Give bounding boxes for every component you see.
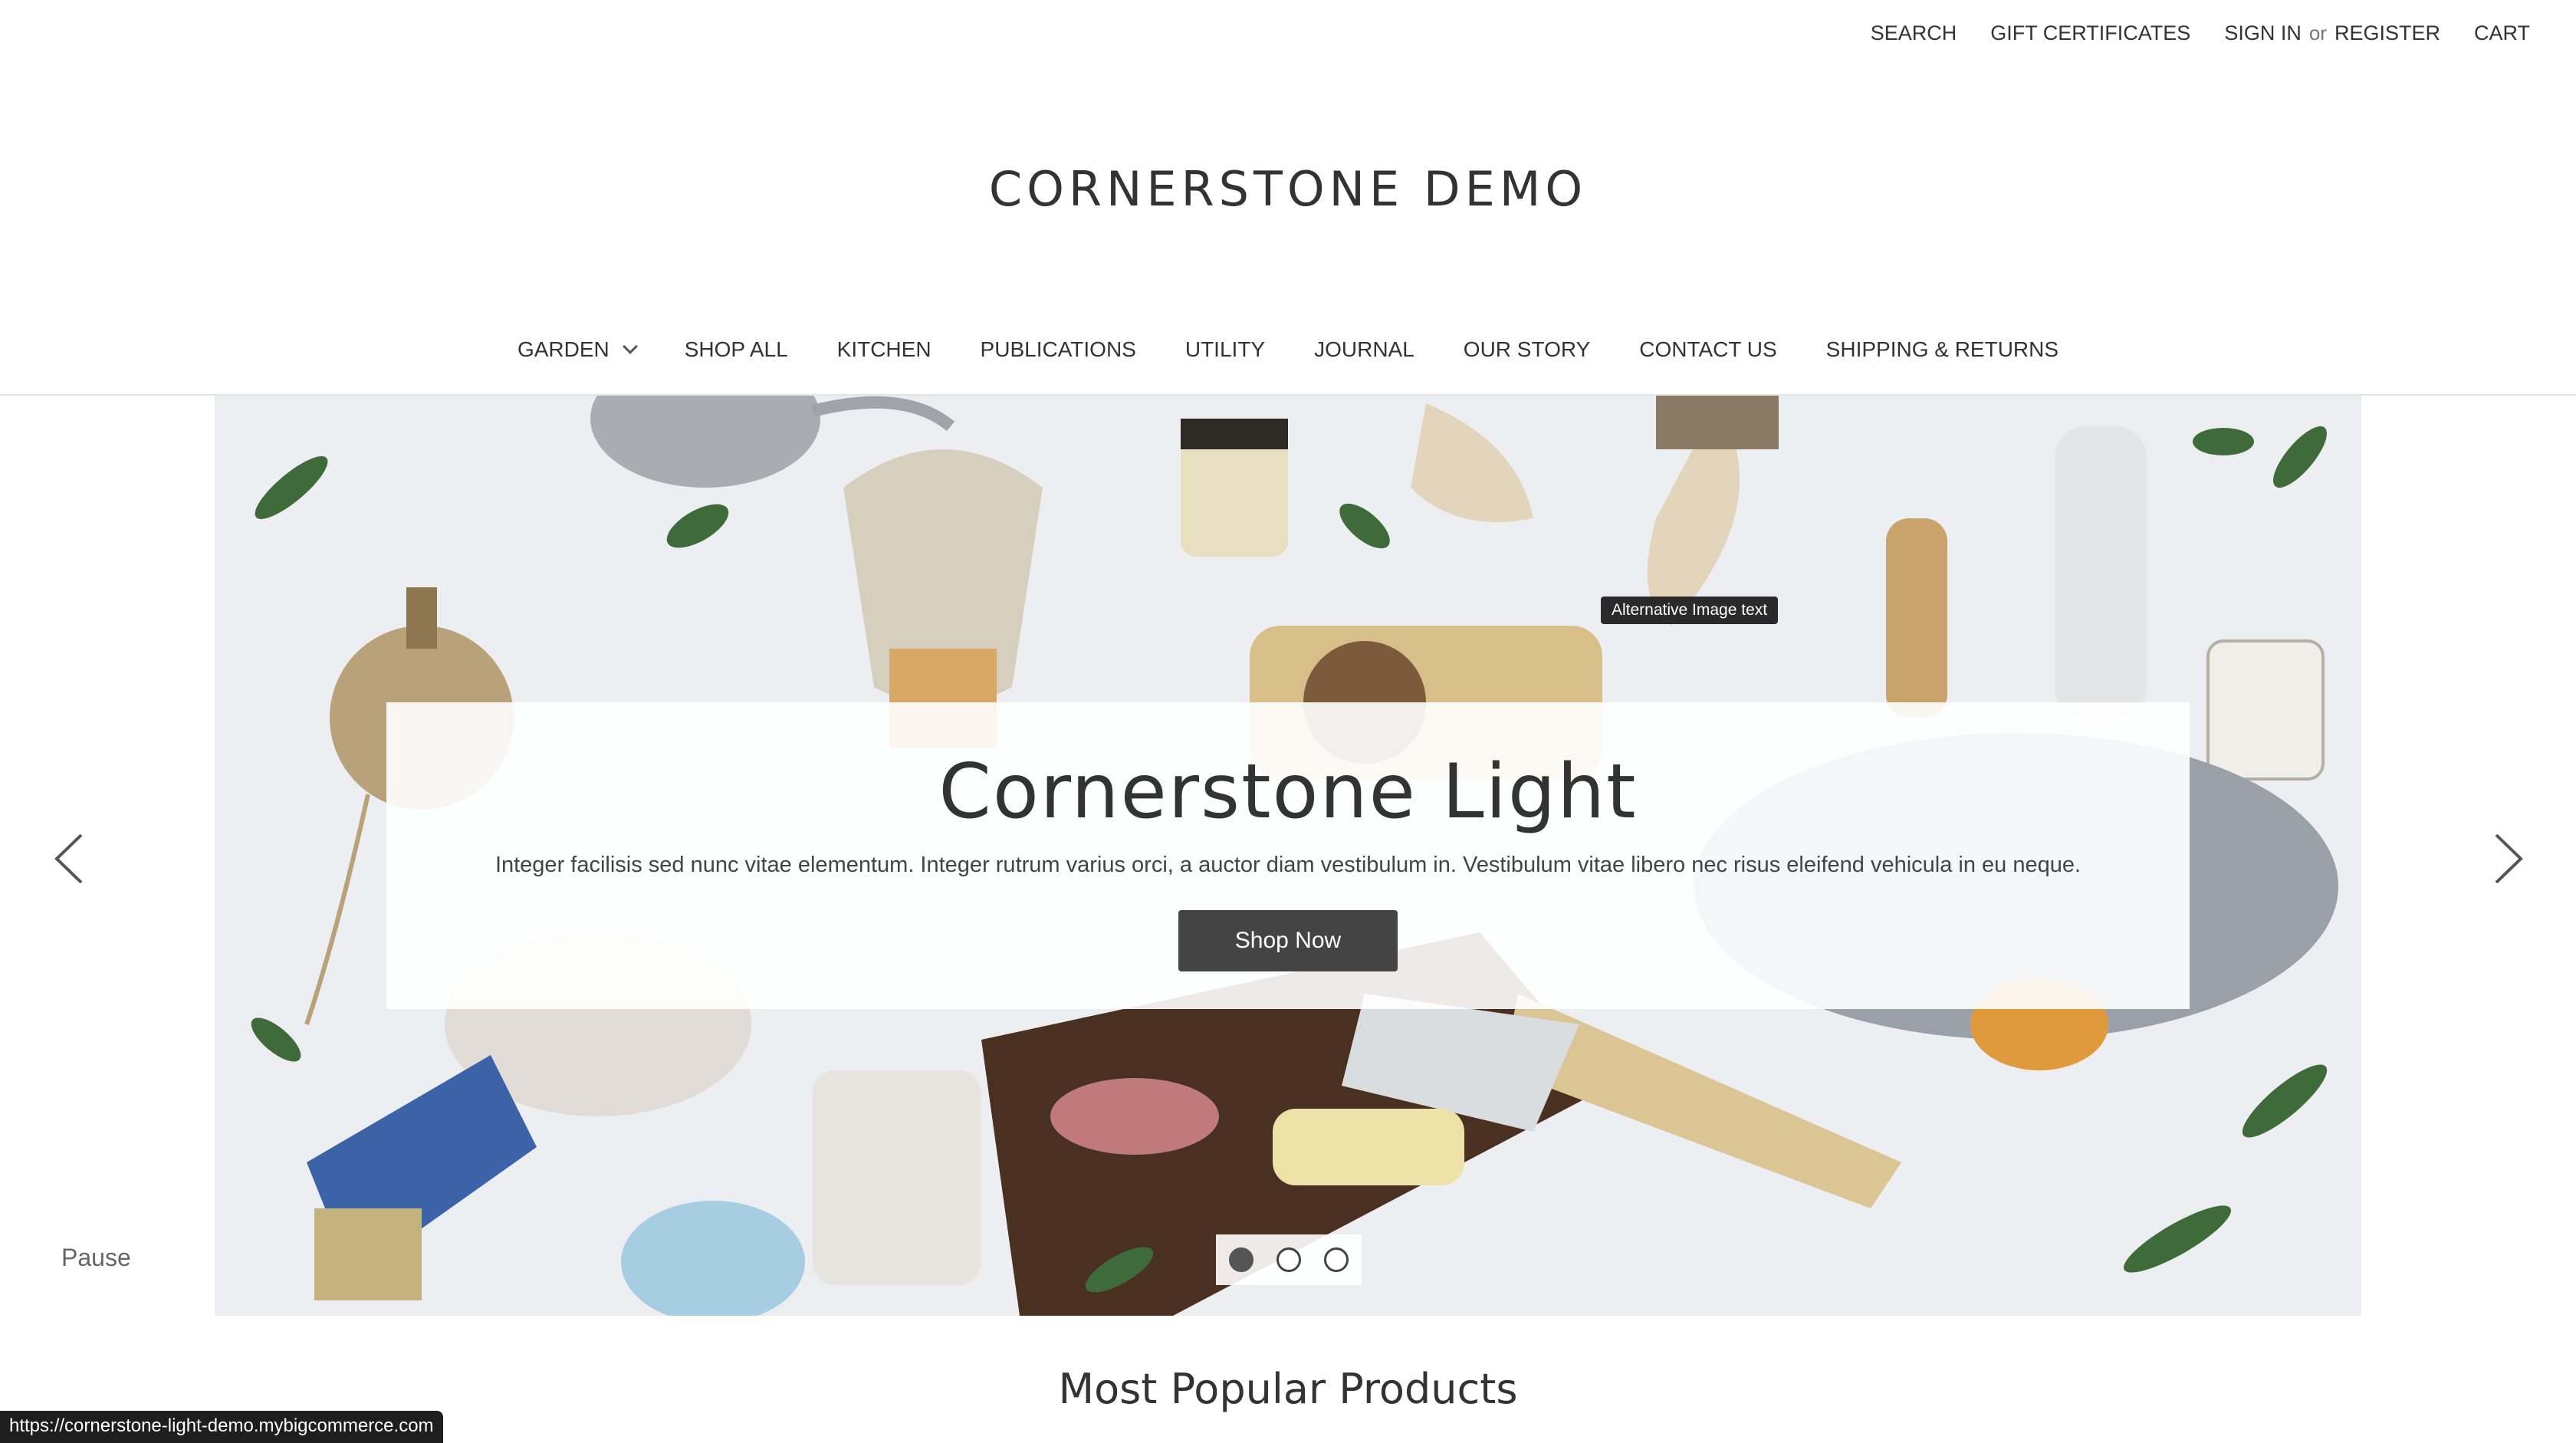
- carousel-pause-button[interactable]: Pause: [61, 1244, 131, 1272]
- nav-item-our-story[interactable]: OUR STORY: [1439, 337, 1615, 362]
- nav-item-kitchen[interactable]: KITCHEN: [813, 337, 956, 362]
- or-separator: or: [2308, 21, 2327, 44]
- hero-description: Integer facilisis sed nunc vitae element…: [495, 853, 2082, 877]
- top-utility-nav: SEARCH GIFT CERTIFICATES SIGN IN or REGI…: [1837, 21, 2530, 45]
- nav-item-shipping-returns[interactable]: SHIPPING & RETURNS: [1802, 337, 2083, 362]
- carousel-dot-2[interactable]: [1276, 1247, 1301, 1272]
- carousel-dot-3[interactable]: [1324, 1247, 1349, 1272]
- section-heading: Most Popular Products: [1058, 1365, 1518, 1413]
- nav-item-journal[interactable]: JOURNAL: [1290, 337, 1439, 362]
- sign-in-link[interactable]: SIGN IN: [2224, 21, 2302, 45]
- carousel-dots: [1216, 1234, 1362, 1285]
- main-nav: GARDEN SHOP ALL KITCHEN PUBLICATIONS UTI…: [0, 337, 2576, 362]
- page: SEARCH GIFT CERTIFICATES SIGN IN or REGI…: [0, 0, 2576, 1443]
- nav-item-utility[interactable]: UTILITY: [1161, 337, 1290, 362]
- register-link[interactable]: REGISTER: [2334, 21, 2440, 45]
- cart-link[interactable]: CART: [2474, 21, 2530, 45]
- gift-certificates-link[interactable]: GIFT CERTIFICATES: [1990, 21, 2190, 45]
- search-link[interactable]: SEARCH: [1871, 21, 1957, 45]
- nav-item-contact-us[interactable]: CONTACT US: [1615, 337, 1801, 362]
- store-logo[interactable]: CORNERSTONE DEMO: [0, 161, 2576, 217]
- chevron-down-icon: [622, 339, 638, 354]
- shop-now-button[interactable]: Shop Now: [1178, 910, 1398, 971]
- nav-item-publications[interactable]: PUBLICATIONS: [956, 337, 1161, 362]
- carousel-prev-arrow-icon[interactable]: [44, 832, 98, 886]
- hero-caption-card: Cornerstone Light Integer facilisis sed …: [386, 702, 2190, 1009]
- image-alt-tooltip: Alternative Image text: [1601, 597, 1779, 624]
- nav-item-garden[interactable]: GARDEN: [493, 337, 660, 362]
- account-links: SIGN IN or REGISTER: [2224, 21, 2440, 45]
- nav-item-label: GARDEN: [517, 337, 610, 361]
- hero-title: Cornerstone Light: [938, 748, 1638, 836]
- carousel-dot-1[interactable]: [1229, 1247, 1254, 1272]
- nav-item-shop-all[interactable]: SHOP ALL: [660, 337, 813, 362]
- carousel-next-arrow-icon[interactable]: [2479, 832, 2533, 886]
- status-bar-url: https://cornerstone-light-demo.mybigcomm…: [0, 1411, 443, 1443]
